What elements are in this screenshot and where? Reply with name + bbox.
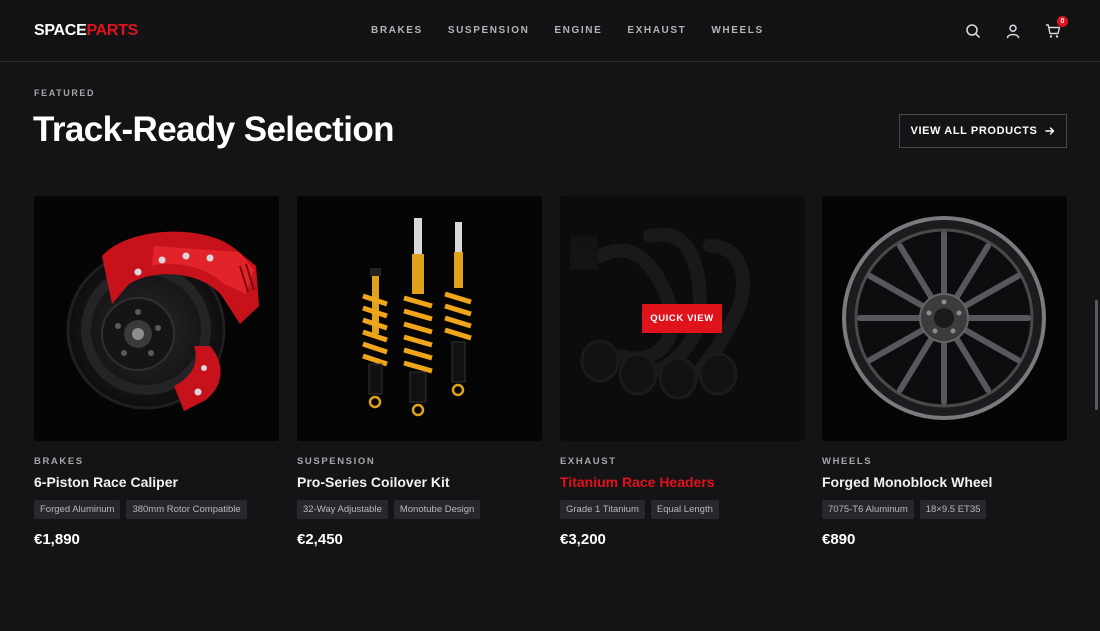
product-name[interactable]: Forged Monoblock Wheel bbox=[822, 474, 1067, 491]
product-name[interactable]: Titanium Race Headers bbox=[560, 474, 805, 491]
product-tag: 32-Way Adjustable bbox=[297, 500, 388, 519]
product-tags: 7075-T6 Aluminum 18×9.5 ET35 bbox=[822, 500, 1067, 519]
product-card[interactable]: WHEELS Forged Monoblock Wheel 7075-T6 Al… bbox=[822, 196, 1067, 549]
brand-logo[interactable]: SPACEPARTS bbox=[34, 22, 138, 40]
search-icon[interactable] bbox=[964, 22, 982, 40]
product-image-brake-caliper[interactable] bbox=[34, 196, 279, 441]
product-category: EXHAUST bbox=[560, 456, 617, 467]
product-price: €2,450 bbox=[297, 531, 343, 548]
product-price: €1,890 bbox=[34, 531, 80, 548]
nav-item-exhaust[interactable]: EXHAUST bbox=[627, 25, 686, 37]
nav-item-suspension[interactable]: SUSPENSION bbox=[448, 25, 530, 37]
section-title: Track-Ready Selection bbox=[33, 110, 395, 149]
arrow-right-icon bbox=[1045, 127, 1055, 135]
product-card[interactable]: BRAKES 6-Piston Race Caliper Forged Alum… bbox=[34, 196, 279, 549]
nav-item-wheels[interactable]: WHEELS bbox=[711, 25, 763, 37]
product-price: €3,200 bbox=[560, 531, 606, 548]
cart-count-badge: 0 bbox=[1057, 16, 1068, 27]
brand-logo-part1: SPACE bbox=[34, 22, 87, 39]
view-all-products-button[interactable]: VIEW ALL PRODUCTS bbox=[899, 114, 1067, 148]
brand-logo-part2: PARTS bbox=[86, 22, 138, 39]
main-nav: BRAKES SUSPENSION ENGINE EXHAUST WHEELS bbox=[371, 25, 789, 37]
product-name[interactable]: 6-Piston Race Caliper bbox=[34, 474, 279, 491]
product-tag: Equal Length bbox=[650, 500, 719, 519]
product-image-forged-wheel[interactable] bbox=[822, 196, 1067, 441]
product-price: €890 bbox=[822, 531, 856, 548]
nav-item-brakes[interactable]: BRAKES bbox=[371, 25, 423, 37]
view-all-label: VIEW ALL PRODUCTS bbox=[910, 125, 1038, 137]
site-header: SPACEPARTS BRAKES SUSPENSION ENGINE EXHA… bbox=[0, 0, 1100, 62]
product-card[interactable]: QUICK VIEW EXHAUST Titanium Race Headers… bbox=[560, 196, 805, 549]
product-tag: 7075-T6 Aluminum bbox=[822, 500, 914, 519]
product-image-exhaust-headers[interactable]: QUICK VIEW bbox=[560, 196, 805, 441]
product-tags: Forged Aluminum 380mm Rotor Compatible bbox=[34, 500, 279, 519]
product-tag: 380mm Rotor Compatible bbox=[126, 500, 247, 519]
product-tags: Grade 1 Titanium Equal Length bbox=[560, 500, 805, 519]
page-scrollbar[interactable] bbox=[1095, 300, 1098, 410]
product-tags: 32-Way Adjustable Monotube Design bbox=[297, 500, 542, 519]
product-category: BRAKES bbox=[34, 456, 84, 467]
section-eyebrow: FEATURED bbox=[34, 88, 96, 98]
product-tag: Grade 1 Titanium bbox=[560, 500, 645, 519]
nav-item-engine[interactable]: ENGINE bbox=[554, 25, 602, 37]
product-tag: Forged Aluminum bbox=[34, 500, 121, 519]
product-tag: 18×9.5 ET35 bbox=[919, 500, 987, 519]
quick-view-button[interactable]: QUICK VIEW bbox=[642, 304, 722, 333]
product-card[interactable]: SUSPENSION Pro-Series Coilover Kit 32-Wa… bbox=[297, 196, 542, 549]
product-name[interactable]: Pro-Series Coilover Kit bbox=[297, 474, 542, 491]
product-image-coilover-kit[interactable] bbox=[297, 196, 542, 441]
product-category: SUSPENSION bbox=[297, 456, 376, 467]
product-category: WHEELS bbox=[822, 456, 873, 467]
product-tag: Monotube Design bbox=[393, 500, 481, 519]
user-icon[interactable] bbox=[1004, 22, 1022, 40]
